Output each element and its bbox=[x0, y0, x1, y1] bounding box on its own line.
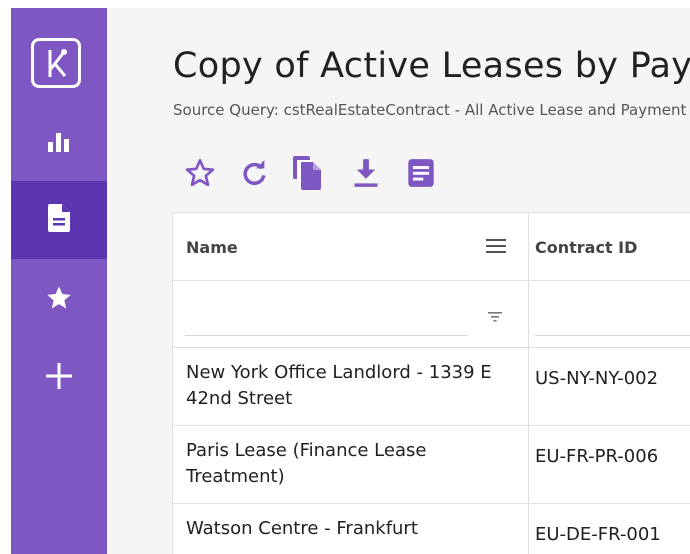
sidebar bbox=[11, 8, 107, 554]
table-row-2-name[interactable]: Paris Lease (Finance Lease Treatment) bbox=[186, 438, 516, 490]
table-row-1-name[interactable]: New York Office Landlord - 1339 E 42nd S… bbox=[186, 360, 516, 412]
favorite-button[interactable] bbox=[183, 158, 217, 192]
name-filter-input[interactable] bbox=[185, 335, 468, 336]
sidebar-item-add[interactable] bbox=[11, 340, 107, 416]
table-row-1-contract-id[interactable]: US-NY-NY-002 bbox=[535, 366, 658, 392]
sidebar-item-reports[interactable] bbox=[11, 108, 107, 180]
column-header-name[interactable]: Name bbox=[186, 238, 238, 257]
sidebar-item-documents[interactable] bbox=[11, 181, 107, 259]
table-row-2-contract-id[interactable]: EU-FR-PR-006 bbox=[535, 444, 658, 470]
row-divider bbox=[173, 425, 690, 426]
main-content: Copy of Active Leases by Payment Source … bbox=[107, 8, 690, 554]
row-2-name-line-1: Paris Lease (Finance Lease bbox=[186, 440, 427, 461]
column-header-contract-id[interactable]: Contract ID bbox=[535, 238, 637, 257]
row-divider bbox=[173, 503, 690, 504]
table-row-3-contract-id[interactable]: EU-DE-FR-001 bbox=[535, 522, 661, 548]
sidebar-item-favorites[interactable] bbox=[11, 262, 107, 338]
plus-icon bbox=[44, 361, 74, 395]
star-outline-icon bbox=[184, 157, 216, 193]
download-icon bbox=[352, 158, 380, 192]
refresh-button[interactable] bbox=[238, 158, 272, 192]
row-2-name-line-2: Treatment) bbox=[186, 466, 285, 487]
refresh-icon bbox=[241, 159, 269, 191]
page-title: Copy of Active Leases by Payment bbox=[173, 46, 690, 86]
bar-chart-icon bbox=[46, 130, 72, 158]
download-button[interactable] bbox=[349, 158, 383, 192]
header-divider bbox=[173, 280, 690, 281]
copy-button[interactable] bbox=[291, 156, 325, 194]
source-query-subtitle: Source Query: cstRealEstateContract - Al… bbox=[173, 101, 687, 119]
notes-icon bbox=[407, 158, 435, 192]
logo-icon[interactable] bbox=[31, 38, 81, 88]
star-icon bbox=[45, 284, 73, 316]
app-frame: Copy of Active Leases by Payment Source … bbox=[11, 8, 690, 554]
filter-icon[interactable] bbox=[488, 308, 502, 327]
contract-id-filter-input[interactable] bbox=[535, 335, 690, 336]
document-icon bbox=[48, 204, 70, 236]
notes-button[interactable] bbox=[404, 158, 438, 192]
copy-icon bbox=[293, 156, 323, 194]
filter-divider bbox=[173, 347, 690, 348]
data-table: Name Contract ID New York Office Landlor… bbox=[172, 212, 690, 554]
table-row-3-name[interactable]: Watson Centre - Frankfurt bbox=[186, 516, 516, 542]
row-1-name-line-1: New York Office Landlord - 1339 E bbox=[186, 362, 492, 383]
row-1-name-line-2: 42nd Street bbox=[186, 388, 293, 409]
column-menu-icon[interactable] bbox=[485, 236, 507, 260]
